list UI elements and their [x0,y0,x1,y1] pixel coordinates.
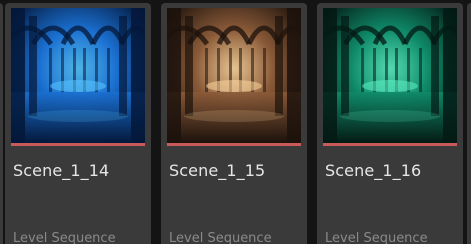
asset-thumbnail [11,8,145,143]
asset-type-label: Level Sequence [13,231,116,244]
asset-name: Scene_1_15 [169,161,266,180]
asset-tile-partial-left[interactable] [0,3,3,244]
asset-grid: Scene_1_14 Level Sequence Scene_1_15 Lev… [0,0,471,244]
asset-tile-scene-1-16[interactable]: Scene_1_16 Level Sequence [317,3,463,244]
asset-tile-partial-right[interactable] [467,3,471,244]
asset-type-color-bar [323,143,457,146]
asset-type-color-bar [11,143,145,146]
asset-tile-scene-1-14[interactable]: Scene_1_14 Level Sequence [5,3,151,244]
asset-type-label: Level Sequence [169,231,272,244]
asset-tile-scene-1-15[interactable]: Scene_1_15 Level Sequence [161,3,307,244]
asset-type-label: Level Sequence [325,231,428,244]
asset-type-color-bar [167,143,301,146]
asset-name: Scene_1_14 [13,161,110,180]
asset-thumbnail [167,8,301,143]
asset-thumbnail [323,8,457,143]
asset-name: Scene_1_16 [325,161,422,180]
